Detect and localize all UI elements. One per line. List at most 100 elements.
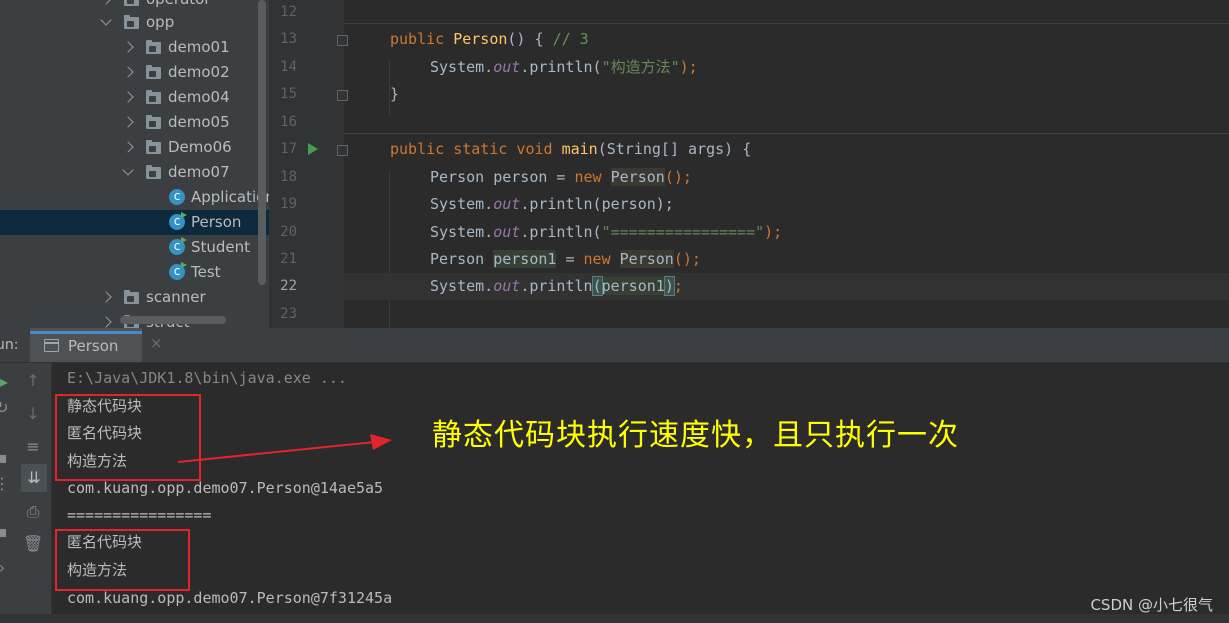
runnable-class-icon <box>169 237 187 255</box>
code-line-17: public static void main(String[] args) { <box>390 140 752 158</box>
console-line: E:\Java\JDK1.8\bin\java.exe ... <box>67 369 347 387</box>
status-strip <box>0 614 1229 623</box>
code-line-13: public Person() { // 3 <box>390 30 589 48</box>
tree-item-label: demo07 <box>168 163 230 181</box>
tree-item-opp[interactable]: opp <box>0 10 269 35</box>
chevron-right-icon[interactable] <box>100 0 112 5</box>
code-line-22: System.out.println(person1); <box>430 276 683 296</box>
up-arrow-icon[interactable]: ↑ <box>23 372 43 390</box>
line-number: 21 <box>280 251 297 267</box>
method-separator <box>344 133 1229 134</box>
active-tab-indicator <box>30 331 142 334</box>
line-number: 12 <box>280 4 297 20</box>
rerun-icon[interactable]: ▸ <box>0 373 14 391</box>
runnable-class-icon <box>169 212 187 230</box>
run-panel-label: un: <box>0 337 19 353</box>
chevron-right-icon[interactable] <box>122 116 134 128</box>
run-tab-label[interactable]: Person <box>68 337 118 355</box>
tree-horizontal-scrollbar[interactable] <box>120 316 226 324</box>
chevron-right-icon[interactable] <box>122 141 134 153</box>
tree-item-scanner[interactable]: scanner <box>0 285 269 310</box>
highlight-box <box>55 529 190 591</box>
folder-icon <box>146 65 161 79</box>
tree-item-demo04[interactable]: demo04 <box>0 85 269 110</box>
code-line-21: Person person1 = new Person(); <box>430 250 701 268</box>
tree-item-person[interactable]: Person <box>0 210 269 235</box>
scroll-to-end-icon: ⇊ <box>27 468 41 487</box>
tree-item-label: demo02 <box>168 63 230 81</box>
code-line-20: System.out.println("================"); <box>430 223 783 241</box>
line-number: 20 <box>280 224 297 240</box>
close-icon[interactable]: × <box>150 334 163 352</box>
print-icon[interactable]: ⎙ <box>23 503 43 521</box>
tree-item-student[interactable]: Student <box>0 235 269 260</box>
console-line: ================ <box>67 506 212 524</box>
runnable-class-icon <box>169 262 187 280</box>
folder-icon <box>124 290 139 304</box>
run-outer-toolbar: ▸ ↻ ▪ ⋮ ▪ › <box>0 363 17 623</box>
line-number-current: 22 <box>280 278 297 294</box>
folder-icon <box>124 0 139 6</box>
folder-icon <box>146 40 161 54</box>
restart-icon[interactable]: ↻ <box>0 399 12 417</box>
soft-wrap-icon[interactable]: ≡ <box>23 438 43 456</box>
chevron-right-icon[interactable] <box>122 91 134 103</box>
tree-item-label: Test <box>191 263 221 281</box>
console-icon <box>44 339 59 352</box>
method-separator <box>344 23 1229 24</box>
tree-item-application[interactable]: Application <box>0 185 269 210</box>
line-number: 16 <box>280 114 297 130</box>
folder-icon <box>146 140 161 154</box>
line-number: 13 <box>280 31 297 47</box>
line-number: 18 <box>280 169 297 185</box>
line-number: 19 <box>280 196 297 212</box>
code-line-15: } <box>390 85 400 103</box>
tree-item-label: Person <box>191 213 242 231</box>
folder-icon <box>146 165 161 179</box>
run-gutter-icon[interactable] <box>308 143 318 155</box>
tree-item-label: Student <box>191 238 251 256</box>
tree-item-label: opp <box>146 13 175 31</box>
tree-item-demo01[interactable]: demo01 <box>0 35 269 60</box>
tree-item-label: Demo06 <box>168 138 232 156</box>
project-tree: operator opp demo01 demo02 demo04 demo05… <box>0 0 269 328</box>
scroll-to-end-button[interactable]: ⇊ <box>21 464 47 492</box>
console-toolbar: ↑ ↓ ≡ <box>17 363 52 623</box>
trash-icon[interactable]: 🗑 <box>23 535 43 553</box>
tree-item-label: scanner <box>146 288 206 306</box>
dump-icon[interactable]: ⋮ <box>0 475 12 493</box>
layout-icon[interactable]: ▪ <box>0 523 12 541</box>
stop-icon[interactable]: ▪ <box>0 449 12 467</box>
annotation-arrow-icon <box>177 434 392 463</box>
tree-item-demo06[interactable]: Demo06 <box>0 135 269 160</box>
tree-item-test[interactable]: Test <box>0 260 269 285</box>
chevron-down-icon[interactable] <box>100 14 112 26</box>
run-panel-header: un: <box>0 328 1229 363</box>
line-number: 14 <box>280 59 297 75</box>
tree-vertical-scrollbar[interactable] <box>258 0 266 285</box>
tree-item-demo05[interactable]: demo05 <box>0 110 269 135</box>
chevron-down-icon[interactable] <box>122 164 134 176</box>
code-line-19: System.out.println(person); <box>430 195 674 213</box>
code-line-18: Person person = new Person(); <box>430 168 692 186</box>
tree-item-demo07[interactable]: demo07 <box>0 160 269 185</box>
chevron-right-icon[interactable] <box>122 41 134 53</box>
down-arrow-icon[interactable]: ↓ <box>23 405 43 423</box>
tree-item-label: demo01 <box>168 38 230 56</box>
line-number: 15 <box>280 86 297 102</box>
pin-icon[interactable]: › <box>0 559 12 577</box>
code-line-14: System.out.println("构造方法"); <box>430 58 698 76</box>
tree-item-label: demo05 <box>168 113 230 131</box>
folder-icon <box>146 115 161 129</box>
folder-icon <box>124 15 139 29</box>
chevron-right-icon[interactable] <box>100 291 112 303</box>
line-number: 23 <box>280 306 297 322</box>
line-number: 17 <box>280 141 297 157</box>
watermark: CSDN @小七很气 <box>1090 596 1213 614</box>
annotation-text: 静态代码块执行速度快，且只执行一次 <box>432 418 959 453</box>
folder-icon <box>146 90 161 104</box>
chevron-right-icon[interactable] <box>100 316 112 328</box>
chevron-right-icon[interactable] <box>122 66 134 78</box>
class-icon <box>169 188 185 205</box>
tree-item-demo02[interactable]: demo02 <box>0 60 269 85</box>
